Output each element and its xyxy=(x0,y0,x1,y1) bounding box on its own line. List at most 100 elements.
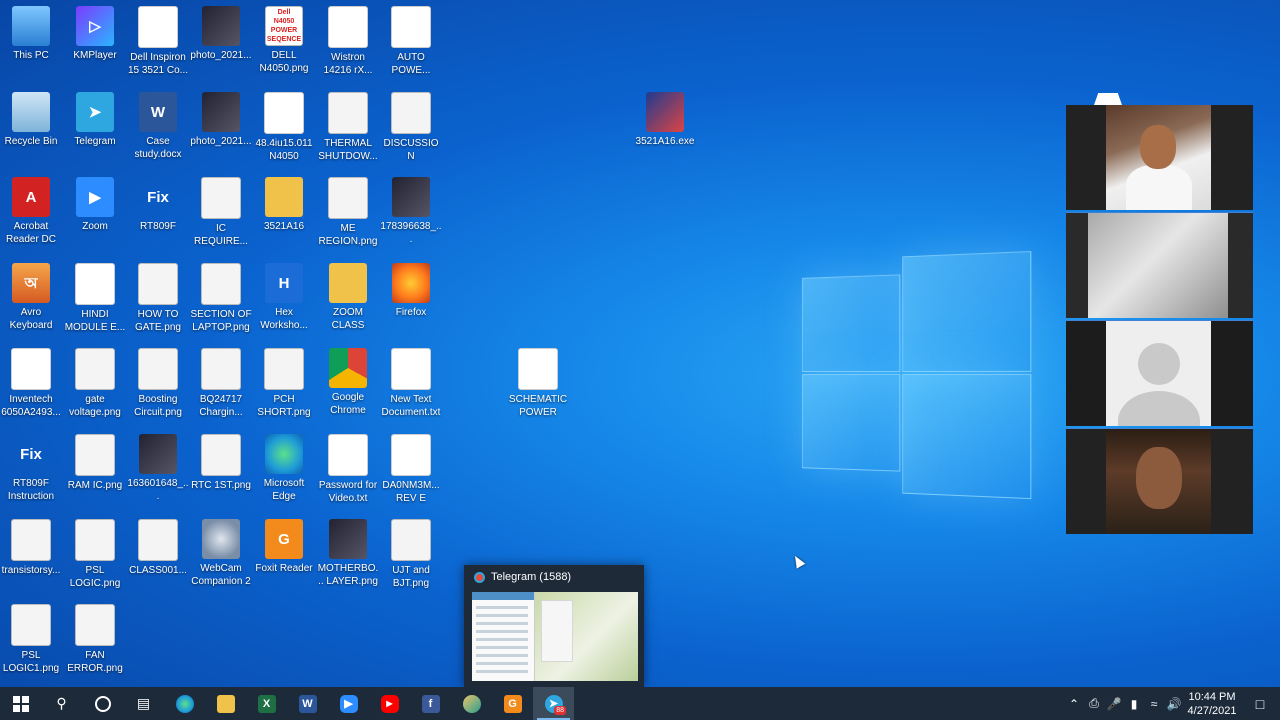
desktop-icon-label: KMPlayer xyxy=(64,49,126,62)
taskbar-file-explorer[interactable] xyxy=(205,687,246,720)
notification-icon[interactable]: □ xyxy=(1240,696,1280,712)
microphone-icon[interactable]: 🎤 xyxy=(1104,697,1124,711)
desktop-icon-label: Acrobat Reader DC xyxy=(0,220,62,246)
desktop-icon[interactable]: ZOOM CLASS xyxy=(317,263,379,332)
desktop-icon[interactable]: Password for Video.txt xyxy=(317,434,379,505)
desktop-icon[interactable]: PSL LOGIC.png xyxy=(64,519,126,590)
taskbar-facebook[interactable]: f xyxy=(410,687,451,720)
image-file-icon xyxy=(138,519,178,561)
desktop-icon[interactable]: ME REGION.png xyxy=(317,177,379,248)
desktop-icon[interactable]: Boosting Circuit.png xyxy=(127,348,189,419)
desktop-icon[interactable]: THERMAL SHUTDOW... xyxy=(317,92,379,163)
desktop-icon[interactable]: photo_2021... xyxy=(190,6,252,62)
desktop-icon[interactable]: FAN ERROR.png xyxy=(64,604,126,675)
recycle-bin-icon xyxy=(12,92,50,132)
desktop-icon[interactable]: HOW TO GATE.png xyxy=(127,263,189,334)
desktop-icon[interactable]: PCH SHORT.png xyxy=(253,348,315,419)
cortana-button[interactable] xyxy=(82,687,123,720)
telegram-taskbar-preview[interactable]: Telegram (1588) xyxy=(464,565,644,687)
participant-video-2[interactable] xyxy=(1066,212,1253,318)
desktop-icon-label: SECTION OF LAPTOP.png xyxy=(190,308,252,334)
desktop-icon[interactable]: H Hex Worksho... xyxy=(253,263,315,332)
desktop-icon[interactable]: HINDI MODULE E... xyxy=(64,263,126,334)
desktop-icon[interactable]: Firefox xyxy=(380,263,442,319)
desktop-icon[interactable]: transistorsy... xyxy=(0,519,62,577)
chevron-up-icon[interactable]: ⌃ xyxy=(1064,697,1084,711)
preview-thumbnail[interactable] xyxy=(472,592,638,681)
desktop-icon[interactable]: 3521A16.exe xyxy=(634,92,696,148)
desktop-icon-label: Firefox xyxy=(380,306,442,319)
volume-icon[interactable]: 🔊 xyxy=(1164,697,1184,711)
fixprog-icon: Fix xyxy=(139,177,177,217)
taskbar-youtube[interactable]: ▶ xyxy=(369,687,410,720)
desktop-icon[interactable]: RAM IC.png xyxy=(64,434,126,492)
desktop-icon-label: DA0NM3M... REV E BIN.BI... xyxy=(380,479,442,505)
fixprog-icon: Fix xyxy=(12,434,50,474)
desktop-icon[interactable]: Recycle Bin xyxy=(0,92,62,148)
desktop-icon[interactable]: This PC xyxy=(0,6,62,62)
taskbar-telegram[interactable]: ➤ 88 xyxy=(533,687,574,720)
desktop-icon[interactable]: SECTION OF LAPTOP.png xyxy=(190,263,252,334)
usb-device-icon[interactable]: ⎙ xyxy=(1084,696,1104,711)
logo-pane xyxy=(902,374,1031,499)
desktop-icon[interactable]: Google Chrome xyxy=(317,348,379,417)
desktop-icon[interactable]: WebCam Companion 2 xyxy=(190,519,252,588)
desktop-icon[interactable]: IC REQUIRE... xyxy=(190,177,252,248)
desktop-icon[interactable]: CLASS001... xyxy=(127,519,189,577)
desktop-icon[interactable]: Inventech 6050A2493... xyxy=(0,348,62,419)
participant-video-3[interactable] xyxy=(1066,320,1253,426)
desktop-icon[interactable]: অ Avro Keyboard xyxy=(0,263,62,332)
desktop-icon[interactable]: ▷ KMPlayer xyxy=(64,6,126,62)
desktop-icon[interactable]: W Case study.docx xyxy=(127,92,189,161)
desktop-icon[interactable]: Wistron 14216 rX... xyxy=(317,6,379,77)
desktop-icon[interactable]: 48.4iu15.011 N4050 1031... xyxy=(253,92,315,163)
clock[interactable]: 10:44 PM 4/27/2021 xyxy=(1184,690,1240,718)
desktop-icon[interactable]: UJT and BJT.png xyxy=(380,519,442,590)
taskbar-paint[interactable] xyxy=(451,687,492,720)
taskbar-excel[interactable]: X xyxy=(246,687,287,720)
search-icon: ⚲ xyxy=(56,695,66,712)
desktop-icon[interactable]: Fix RT809F Instruction xyxy=(0,434,62,503)
desktop-icon[interactable]: Dell N4050 POWER SEQENCE DELL N4050.png xyxy=(253,6,315,75)
desktop-icon-label: photo_2021... xyxy=(190,135,252,148)
desktop-icon[interactable]: RTC 1ST.png xyxy=(190,434,252,492)
blank-file-icon xyxy=(518,348,558,390)
desktop-icon[interactable]: DA0NM3M... REV E BIN.BI... xyxy=(380,434,442,505)
taskbar-zoom[interactable]: ▶ xyxy=(328,687,369,720)
desktop-icon[interactable]: New Text Document.txt xyxy=(380,348,442,419)
clock-time: 10:44 PM xyxy=(1184,690,1240,704)
taskbar-edge[interactable] xyxy=(164,687,205,720)
desktop-icon[interactable]: Fix RT809F xyxy=(127,177,189,233)
desktop-icon[interactable]: PSL LOGIC1.png xyxy=(0,604,62,675)
desktop-icon[interactable]: AUTO POWE... xyxy=(380,6,442,77)
taskbar-word[interactable]: W xyxy=(287,687,328,720)
desktop-icon[interactable]: photo_2021... xyxy=(190,92,252,148)
desktop-icon[interactable]: Microsoft Edge xyxy=(253,434,315,503)
desktop-icon[interactable]: 3521A16 xyxy=(253,177,315,233)
image-file-icon xyxy=(391,92,431,134)
desktop-icon[interactable]: A Acrobat Reader DC xyxy=(0,177,62,246)
start-button[interactable] xyxy=(0,687,41,720)
video-panel-handle[interactable] xyxy=(1094,93,1122,105)
desktop-icon[interactable]: 163601648_... xyxy=(127,434,189,503)
desktop-icon[interactable]: G Foxit Reader xyxy=(253,519,315,575)
desktop-icon[interactable]: ➤ Telegram xyxy=(64,92,126,148)
participant-video-4[interactable] xyxy=(1066,428,1253,534)
search-button[interactable]: ⚲ xyxy=(41,687,82,720)
task-view-button[interactable]: ▤ xyxy=(123,687,164,720)
wifi-icon[interactable]: ≈ xyxy=(1144,697,1164,711)
desktop-icon[interactable]: MOTHERBO... LAYER.png xyxy=(317,519,379,588)
battery-icon[interactable]: ▮ xyxy=(1124,697,1144,711)
participant-video-1[interactable] xyxy=(1066,105,1253,210)
desktop-icon[interactable]: SCHEMATIC POWER SE... xyxy=(507,348,569,419)
taskbar-foxit-reader[interactable]: G xyxy=(492,687,533,720)
desktop-icon[interactable]: Dell Inspiron 15 3521 Co... xyxy=(127,6,189,77)
desktop-icon[interactable]: ▶ Zoom xyxy=(64,177,126,233)
cortana-icon xyxy=(95,696,111,712)
desktop-icon[interactable]: DISCUSSION CLASS.png xyxy=(380,92,442,163)
desktop-icon[interactable]: 178396638_... xyxy=(380,177,442,246)
desktop-icon[interactable]: gate voltage.png xyxy=(64,348,126,419)
desktop-icon-label: DELL N4050.png xyxy=(253,49,315,75)
desktop-icon[interactable]: BQ24717 Chargin... xyxy=(190,348,252,419)
desktop-icon-label: Recycle Bin xyxy=(0,135,62,148)
